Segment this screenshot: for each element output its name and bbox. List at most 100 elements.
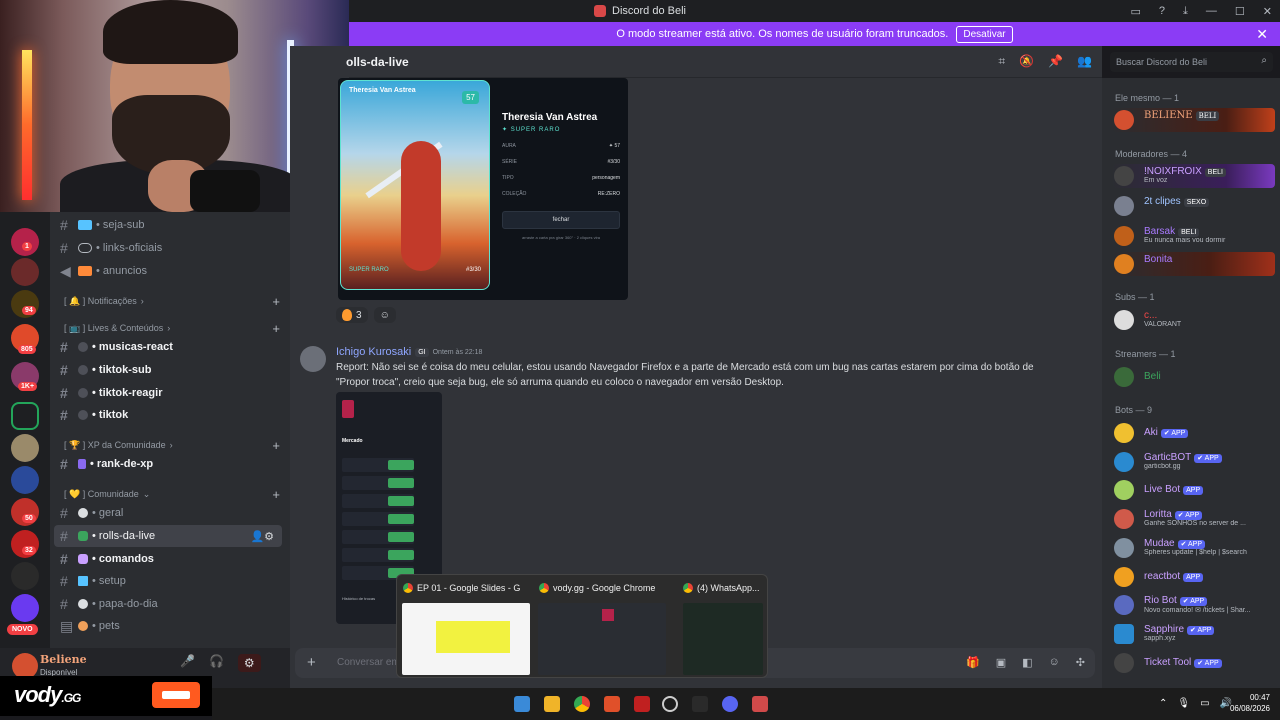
channel-tiktok-reagir[interactable]: # • tiktok-reagir xyxy=(54,382,282,404)
member-name: Ticket Tool ✔ APP xyxy=(1144,657,1222,668)
search-placeholder: Buscar Discord do Beli xyxy=(1116,57,1208,67)
vody-logo-icon xyxy=(152,682,200,708)
attach-plus-icon[interactable]: + xyxy=(307,654,316,671)
channel-musicas-react[interactable]: # • musicas-react xyxy=(54,336,282,358)
add-channel-icon[interactable]: + xyxy=(272,438,280,453)
channel-geral[interactable]: # • geral xyxy=(54,502,282,524)
channel-rolls-da-live[interactable]: # • rolls-da-live 👤⚙ xyxy=(54,525,282,547)
member-item[interactable]: c... VALORANT xyxy=(1112,308,1275,332)
app-icon[interactable] xyxy=(752,696,768,712)
member-item[interactable]: BELIENE BELI xyxy=(1112,108,1275,132)
sticker-icon[interactable]: ◧ xyxy=(1022,656,1032,669)
file-explorer-icon[interactable] xyxy=(544,696,560,712)
folder-icon[interactable] xyxy=(11,402,39,430)
channel-label: • anuncios xyxy=(96,265,147,277)
chevron-right-icon: › xyxy=(169,440,173,450)
channel-setup[interactable]: # • setup xyxy=(54,570,282,592)
preview-window[interactable]: vody.gg - Google Chrome xyxy=(533,575,666,679)
headphones-icon[interactable]: 🎧 xyxy=(209,654,224,672)
mic-icon[interactable]: 🎙 xyxy=(1177,698,1190,709)
settings-gear-icon[interactable]: ⚙ xyxy=(237,654,261,672)
threads-icon[interactable]: ⌗ xyxy=(998,54,1005,69)
channel-papa-do-dia[interactable]: # • papa-do-dia xyxy=(54,593,282,615)
channel-tiktok[interactable]: # • tiktok xyxy=(54,404,282,426)
chevron-down-icon: ⌄ xyxy=(142,488,151,499)
app-icon[interactable] xyxy=(662,696,678,712)
category-notificacoes[interactable]: [ 🔔 ] Notificações › + xyxy=(64,292,284,310)
close-button[interactable]: ✕ xyxy=(1263,5,1272,18)
banner-close-icon[interactable]: ✕ xyxy=(1256,26,1268,43)
chrome-icon[interactable] xyxy=(574,696,590,712)
mic-icon[interactable]: 🎤 xyxy=(180,654,195,672)
obs-icon[interactable] xyxy=(634,696,650,712)
discord-icon[interactable] xyxy=(722,696,738,712)
category-comunidade[interactable]: [ 💛 ] Comunidade ⌄ + xyxy=(64,485,284,503)
clock[interactable]: 00:47 06/08/2026 xyxy=(1230,692,1270,714)
help-icon[interactable]: ? xyxy=(1159,5,1165,17)
pin-icon[interactable]: 📌 xyxy=(1048,54,1063,69)
preview-window[interactable]: (4) WhatsApp... xyxy=(677,575,801,679)
channel-settings-icon[interactable]: 👤⚙ xyxy=(250,530,274,543)
network-icon[interactable]: ▭ xyxy=(1200,698,1209,709)
gif-icon[interactable]: ▣ xyxy=(996,656,1006,669)
server-icon[interactable] xyxy=(11,466,39,494)
channel-anuncios[interactable]: ◀ • anuncios xyxy=(54,260,282,282)
message-avatar[interactable] xyxy=(300,346,326,372)
windows-start-icon[interactable] xyxy=(514,696,530,712)
member-item[interactable]: reactbot APP xyxy=(1112,565,1275,589)
apps-icon[interactable]: ✣ xyxy=(1076,656,1085,669)
card-image-attachment[interactable]: Theresia Van Astrea 57 SUPER RARO #3/30 … xyxy=(338,78,628,300)
member-item[interactable]: Mudae ✔ APP Spheres update | $help | $sea… xyxy=(1112,536,1275,560)
inbox-icon[interactable]: ▭ xyxy=(1131,5,1141,18)
download-icon[interactable]: ⤓ xyxy=(1183,5,1188,18)
tray-chevron-icon[interactable]: ⌃ xyxy=(1159,698,1167,709)
channel-tiktok-sub[interactable]: # • tiktok-sub xyxy=(54,359,282,381)
terminal-icon[interactable] xyxy=(692,696,708,712)
thumb-card xyxy=(602,609,614,621)
member-item[interactable]: !NOIXFROIX BELI Em voz xyxy=(1112,164,1275,188)
preview-window[interactable]: EP 01 - Google Slides - G... xyxy=(397,575,530,679)
category-xp[interactable]: [ 🏆 ] XP da Comunidade › + xyxy=(64,436,284,454)
member-item[interactable]: Aki ✔ APP xyxy=(1112,421,1275,445)
member-item[interactable]: Beli xyxy=(1112,365,1275,389)
member-item[interactable]: Live Bot APP xyxy=(1112,478,1275,502)
member-list-icon[interactable]: 👥 xyxy=(1077,54,1092,69)
category-lives[interactable]: [ 📺 ] Lives & Conteúdos › + xyxy=(64,319,284,337)
minimize-button[interactable]: — xyxy=(1206,5,1217,17)
server-icon[interactable] xyxy=(11,434,39,462)
member-item[interactable]: Bonita xyxy=(1112,252,1275,276)
add-reaction-button[interactable]: ☺ xyxy=(373,307,396,323)
search-input[interactable]: Buscar Discord do Beli ⌕ xyxy=(1110,52,1273,72)
member-item[interactable]: Ticket Tool ✔ APP xyxy=(1112,651,1275,675)
member-item[interactable]: 2t clipes SEXO xyxy=(1112,194,1275,218)
channel-links-oficiais[interactable]: # • links-oficiais xyxy=(54,237,282,259)
brave-icon[interactable] xyxy=(604,696,620,712)
add-channel-icon[interactable]: + xyxy=(272,294,280,309)
gift-icon[interactable]: 🎁 xyxy=(966,656,980,669)
channel-rank-de-xp[interactable]: # • rank-de-xp xyxy=(54,453,282,475)
server-icon[interactable] xyxy=(11,258,39,286)
chrome-icon xyxy=(403,583,413,593)
member-item[interactable]: Sapphire ✔ APP sapph.xyz xyxy=(1112,622,1275,646)
reaction-fire[interactable]: 3 xyxy=(336,307,368,323)
member-item[interactable]: Barsak BELI Eu nunca mais vou dormir xyxy=(1112,224,1275,248)
add-channel-icon[interactable]: + xyxy=(272,321,280,336)
fire-icon xyxy=(342,309,352,321)
mute-bell-icon[interactable]: 🔕 xyxy=(1019,54,1034,69)
channel-seja-sub[interactable]: # • seja-sub xyxy=(54,214,282,236)
server-icon[interactable] xyxy=(11,594,39,622)
channel-pets[interactable]: ▤ • pets xyxy=(54,615,282,637)
shot-button xyxy=(388,532,414,542)
server-icon[interactable] xyxy=(11,562,39,590)
maximize-button[interactable]: ☐ xyxy=(1235,5,1245,18)
member-item[interactable]: Rio Bot ✔ APP Novo comando! ✉ /tickets | … xyxy=(1112,593,1275,617)
message-author[interactable]: Ichigo Kurosaki xyxy=(336,346,411,358)
emoji-icon[interactable]: ☺ xyxy=(1049,656,1060,669)
member-avatar xyxy=(1114,480,1134,500)
disable-streamer-button[interactable]: Desativar xyxy=(956,25,1013,43)
member-item[interactable]: Loritta ✔ APP Ganhe SONHOS no server de .… xyxy=(1112,507,1275,531)
add-channel-icon[interactable]: + xyxy=(272,487,280,502)
member-item[interactable]: GarticBOT ✔ APP garticbot.gg xyxy=(1112,450,1275,474)
preview-thumbnail xyxy=(683,603,763,675)
channel-comandos[interactable]: # • comandos xyxy=(54,548,282,570)
